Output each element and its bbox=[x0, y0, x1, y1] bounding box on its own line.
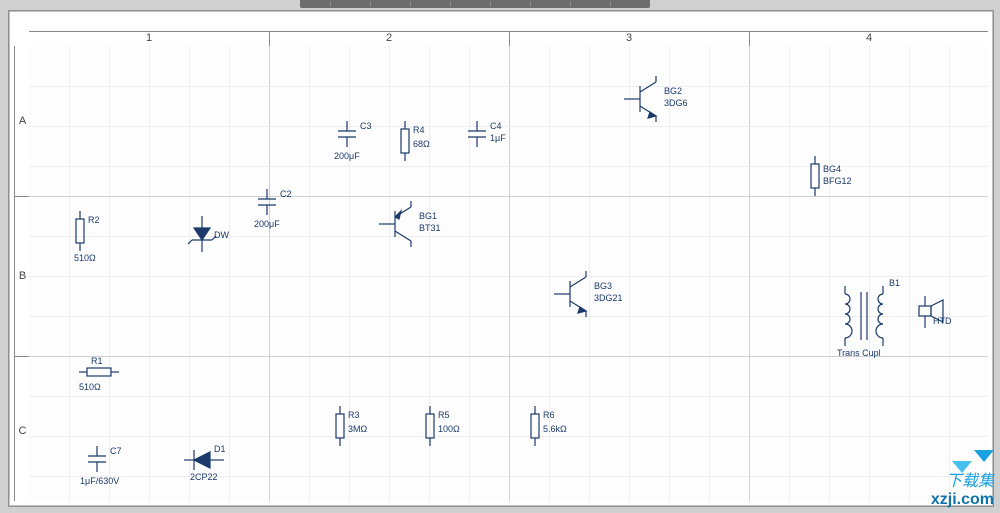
watermark: 下载集 xzji.com bbox=[931, 447, 994, 509]
row-b: B bbox=[15, 196, 30, 356]
ref-C4: C4 bbox=[490, 121, 502, 132]
schematic-canvas[interactable]: R2 510Ω DW C2 200μF C3 200μF R4 68Ω bbox=[29, 46, 988, 501]
val-C2: 200μF bbox=[254, 219, 280, 230]
ref-DW: DW bbox=[214, 230, 229, 241]
val-C7: 1μF/630V bbox=[80, 476, 119, 487]
row-a: A bbox=[15, 46, 30, 196]
wm-line2: xzji.com bbox=[931, 491, 994, 508]
val-D1: 2CP22 bbox=[190, 472, 218, 483]
sheet-frame: 1 2 3 4 A B C R2 510Ω bbox=[8, 10, 994, 507]
col-1: 1 bbox=[29, 32, 269, 44]
row-c: C bbox=[15, 356, 30, 506]
ref-R2: R2 bbox=[88, 215, 100, 226]
col-2: 2 bbox=[269, 32, 509, 44]
val-R5: 100Ω bbox=[438, 424, 460, 435]
ref-C3: C3 bbox=[360, 121, 372, 132]
val-C4: 1μF bbox=[490, 133, 506, 144]
ref-BG2: BG2 bbox=[664, 86, 682, 97]
val-BG4: BFG12 bbox=[823, 176, 852, 187]
val-BG3: 3DG21 bbox=[594, 293, 623, 304]
val-B1: Trans Cupl bbox=[837, 348, 881, 359]
ref-R3: R3 bbox=[348, 410, 360, 421]
val-R6: 5.6kΩ bbox=[543, 424, 567, 435]
val-C3: 200μF bbox=[334, 151, 360, 162]
ref-R1: R1 bbox=[91, 356, 103, 367]
ref-R4: R4 bbox=[413, 125, 425, 136]
ref-C2: C2 bbox=[280, 189, 292, 200]
ref-B1: B1 bbox=[889, 278, 900, 289]
toolbar-stub bbox=[300, 0, 650, 8]
val-R2: 510Ω bbox=[74, 253, 96, 264]
ref-C7: C7 bbox=[110, 446, 122, 457]
val-BG2: 3DG6 bbox=[664, 98, 688, 109]
col-3: 3 bbox=[509, 32, 749, 44]
val-R1: 510Ω bbox=[79, 382, 101, 393]
ref-R6: R6 bbox=[543, 410, 555, 421]
ref-BG1: BG1 bbox=[419, 211, 437, 222]
val-R3: 3MΩ bbox=[348, 424, 367, 435]
wm-line1: 下载集 bbox=[946, 473, 994, 490]
col-4: 4 bbox=[749, 32, 989, 44]
ref-R5: R5 bbox=[438, 410, 450, 421]
ref-BG4: BG4 bbox=[823, 164, 841, 175]
ref-BG3: BG3 bbox=[594, 281, 612, 292]
ref-HTD: HTD bbox=[933, 316, 952, 327]
val-R4: 68Ω bbox=[413, 139, 430, 150]
ref-D1: D1 bbox=[214, 444, 226, 455]
val-BG1: BT31 bbox=[419, 223, 441, 234]
